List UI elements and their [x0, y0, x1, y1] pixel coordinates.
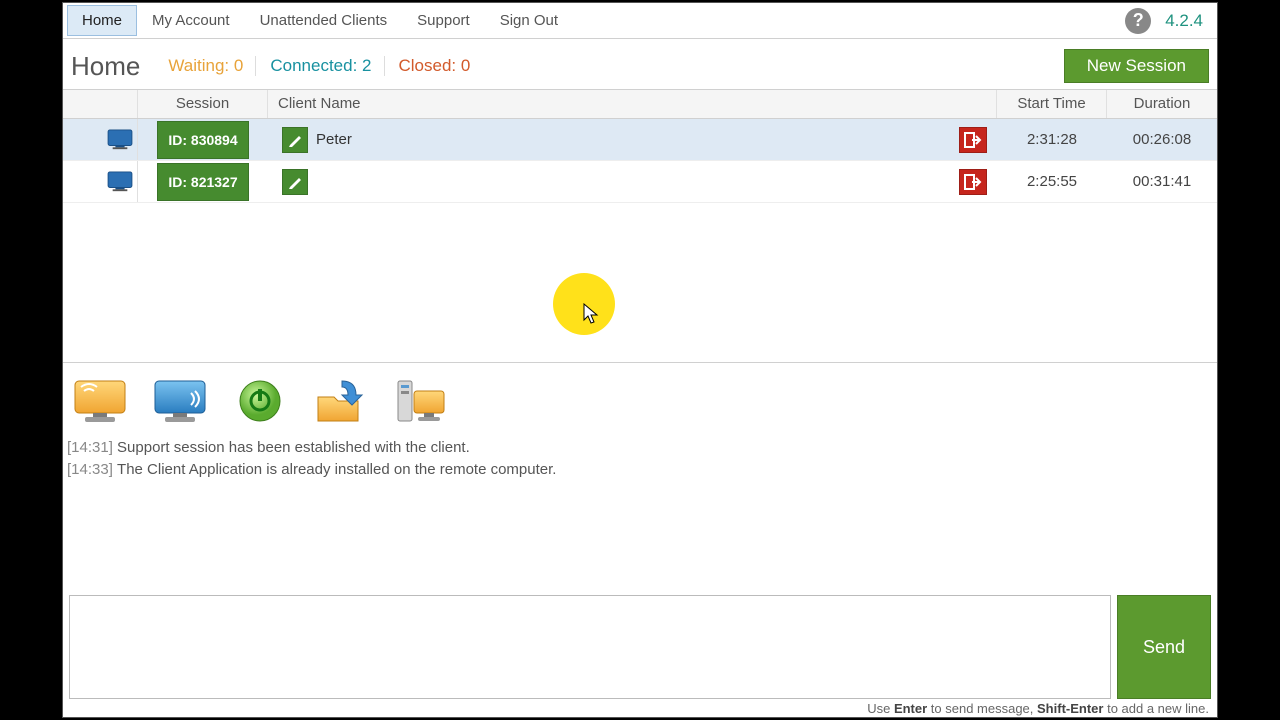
remote-view-icon[interactable] [69, 375, 131, 427]
file-transfer-icon[interactable] [309, 375, 371, 427]
col-duration: Duration [1107, 90, 1217, 118]
nav-unattended[interactable]: Unattended Clients [245, 5, 403, 36]
app-window: Home My Account Unattended Clients Suppo… [62, 2, 1218, 718]
session-table-body: ID: 830894 Peter 2:31:28 00:26:08 [63, 119, 1217, 203]
help-icon[interactable]: ? [1125, 8, 1151, 34]
col-session: Session [138, 90, 268, 118]
logout-icon [964, 132, 982, 148]
chat-hint: Use Enter to send message, Shift-Enter t… [867, 701, 1209, 716]
log-line: [14:31] Support session has been establi… [67, 437, 1217, 459]
log-line: [14:33] The Client Application is alread… [67, 459, 1217, 481]
new-session-button[interactable]: New Session [1064, 49, 1209, 83]
edit-client-button[interactable] [282, 169, 308, 195]
table-row[interactable]: ID: 830894 Peter 2:31:28 00:26:08 [63, 119, 1217, 161]
logout-icon [964, 174, 982, 190]
chat-area: Send [69, 595, 1211, 699]
header-bar: Home Waiting: 0 Connected: 2 Closed: 0 N… [63, 39, 1217, 89]
cursor-highlight [553, 273, 615, 335]
session-list-area [63, 203, 1217, 363]
session-log: [14:31] Support session has been establi… [63, 433, 1217, 481]
disconnect-button[interactable] [959, 127, 987, 153]
nav-support[interactable]: Support [402, 5, 485, 36]
stat-connected: Connected: 2 [255, 56, 371, 76]
start-time: 2:31:28 [997, 119, 1107, 160]
nav-sign-out[interactable]: Sign Out [485, 5, 573, 36]
start-time: 2:25:55 [997, 161, 1107, 202]
session-toolbar [63, 363, 1217, 433]
duration: 00:31:41 [1107, 161, 1217, 202]
nav-home[interactable]: Home [67, 5, 137, 36]
stat-closed: Closed: 0 [384, 56, 471, 76]
system-info-icon[interactable] [389, 375, 451, 427]
page-title: Home [71, 51, 140, 82]
session-id-badge[interactable]: ID: 830894 [157, 121, 249, 159]
monitor-icon [107, 171, 133, 193]
duration: 00:26:08 [1107, 119, 1217, 160]
restart-icon[interactable] [229, 375, 291, 427]
col-client: Client Name [268, 90, 997, 118]
session-table-header: Session Client Name Start Time Duration [63, 89, 1217, 119]
remote-control-icon[interactable] [149, 375, 211, 427]
version-label: 4.2.4 [1165, 11, 1203, 31]
table-row[interactable]: ID: 821327 2:25:55 00:31:41 [63, 161, 1217, 203]
client-name: Peter [316, 126, 352, 154]
session-id-badge[interactable]: ID: 821327 [157, 163, 249, 201]
send-button[interactable]: Send [1117, 595, 1211, 699]
disconnect-button[interactable] [959, 169, 987, 195]
monitor-icon [107, 129, 133, 151]
pencil-icon [288, 133, 302, 147]
stat-waiting: Waiting: 0 [168, 56, 243, 76]
top-nav: Home My Account Unattended Clients Suppo… [63, 3, 1217, 39]
col-start: Start Time [997, 90, 1107, 118]
chat-input[interactable] [69, 595, 1111, 699]
edit-client-button[interactable] [282, 127, 308, 153]
nav-my-account[interactable]: My Account [137, 5, 245, 36]
pencil-icon [288, 175, 302, 189]
